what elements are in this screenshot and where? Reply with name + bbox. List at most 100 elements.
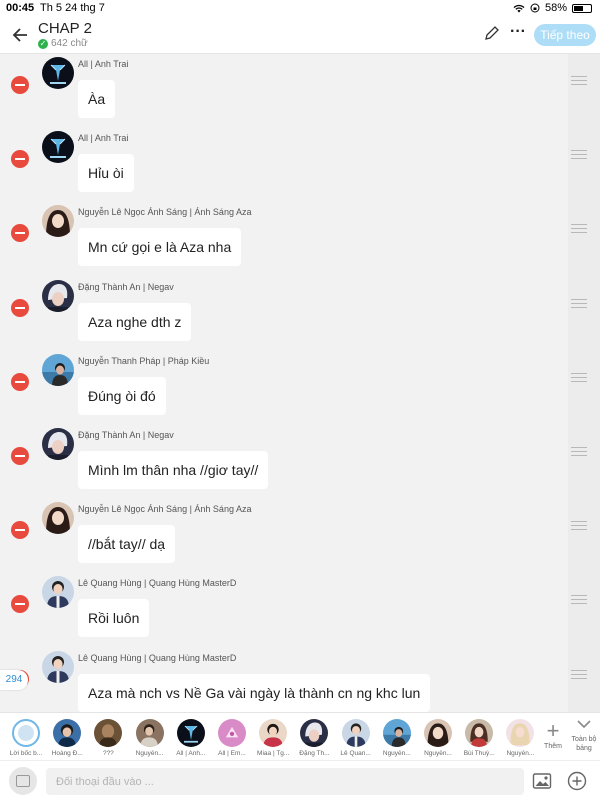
character-avatar	[94, 719, 123, 747]
avatar	[42, 279, 74, 312]
avatar	[42, 428, 74, 460]
status-time: 00:45	[6, 2, 35, 14]
character-item[interactable]: Hoàng Đ...	[47, 719, 87, 761]
character-name: All | Anh...	[176, 750, 206, 757]
remove-message-button[interactable]	[11, 447, 29, 465]
status-bar: 00:45 Th 5 24 thg 7 58%	[0, 0, 600, 16]
insert-image-button[interactable]	[532, 772, 552, 790]
add-content-button[interactable]	[567, 771, 587, 791]
message-count-badge[interactable]: 294	[0, 670, 28, 690]
message-bubble[interactable]: Rồi luôn	[78, 599, 150, 638]
message-author: Nguyễn Lê Ngọc Ánh Sáng | Ánh Sáng Aza	[78, 504, 252, 515]
remove-message-button[interactable]	[11, 595, 29, 614]
message-author: All | Anh Trai	[78, 59, 129, 69]
message-bubble[interactable]: Aza nghe dth z	[78, 302, 192, 341]
drag-handle-icon[interactable]	[571, 669, 587, 679]
chevron-down-icon	[577, 720, 591, 729]
character-item[interactable]: All | Anh...	[171, 719, 211, 761]
add-circle-icon	[567, 771, 587, 791]
drag-handle-icon[interactable]	[571, 521, 587, 531]
message-bubble[interactable]: Đúng òi đó	[78, 376, 166, 415]
back-button[interactable]	[8, 23, 32, 47]
character-avatar	[176, 719, 205, 747]
character-item[interactable]: ???	[88, 719, 128, 761]
add-character-button[interactable]: + Thêm	[540, 719, 566, 761]
character-item[interactable]: All | Em...	[212, 719, 252, 761]
drag-handle-icon[interactable]	[571, 298, 587, 308]
message-row[interactable]: Lê Quang Hùng | Quang Hùng MasterD Aza mà…	[0, 650, 600, 712]
arrow-left-icon	[12, 28, 27, 42]
image-icon	[532, 773, 552, 789]
drag-handle-icon[interactable]	[571, 224, 587, 234]
avatar	[42, 650, 74, 683]
message-author: Đặng Thành An | Negav	[78, 430, 174, 440]
character-item[interactable]: Nguyễn...	[418, 719, 458, 761]
character-avatar	[465, 719, 494, 747]
chapter-title: CHAP 2	[38, 20, 92, 37]
character-avatar	[382, 719, 411, 747]
dialogue-input[interactable]	[46, 768, 524, 795]
message-row[interactable]: Đặng Thành An | Negav Aza nghe dth z	[0, 279, 600, 353]
message-author: Lê Quang Hùng | Quang Hùng MasterD	[78, 652, 237, 663]
message-row[interactable]: All | Anh Trai Àa	[0, 56, 600, 130]
message-row[interactable]: Đặng Thành An | Negav Mình lm thân nha //…	[0, 427, 600, 501]
drag-handle-icon[interactable]	[571, 76, 587, 85]
keyboard-toggle-button[interactable]	[9, 767, 37, 795]
chat-area[interactable]: All | Anh Trai Àa All | Anh Trai Hỉu òi Nguy…	[0, 54, 600, 712]
pencil-icon	[485, 26, 499, 40]
character-name: Bùi Thuỳ...	[463, 750, 495, 757]
message-bubble[interactable]: Àa	[78, 80, 116, 118]
continue-button[interactable]: Tiếp theo	[534, 24, 596, 46]
message-bubble[interactable]: Mình lm thân nha //giơ tay//	[78, 451, 269, 489]
character-avatar	[218, 719, 246, 747]
remove-message-button[interactable]	[11, 150, 29, 169]
character-item[interactable]: Nguyễn...	[130, 719, 170, 761]
message-bubble[interactable]: //bắt tay// dạ	[78, 525, 176, 564]
message-bubble[interactable]: Aza mà nch vs Nề Ga vài ngày là thành cn…	[78, 673, 431, 712]
remove-message-button[interactable]	[11, 521, 29, 540]
character-item[interactable]: Nguyễn...	[377, 719, 417, 761]
message-row[interactable]: Nguyễn Lê Ngọc Ánh Sáng | Ánh Sáng Aza Mn…	[0, 204, 600, 278]
message-row[interactable]: Lê Quang Hùng | Quang Hùng MasterD Rồi lu…	[0, 575, 600, 649]
message-row[interactable]: Nguyễn Thanh Pháp | Pháp Kiều Đúng òi đó	[0, 353, 600, 427]
expand-all-button[interactable]: Toàn bộ bảng	[568, 717, 600, 761]
edit-button[interactable]	[484, 25, 504, 45]
more-options-button[interactable]: ···	[508, 24, 528, 45]
drag-handle-icon[interactable]	[571, 447, 587, 456]
character-item[interactable]: Lê Quan...	[336, 719, 376, 761]
drag-handle-icon[interactable]	[571, 595, 587, 605]
character-name: Lời bốc b...	[9, 750, 43, 757]
message-row[interactable]: Nguyễn Lê Ngọc Ánh Sáng | Ánh Sáng Aza //…	[0, 501, 600, 575]
remove-message-button[interactable]	[11, 298, 29, 317]
character-item[interactable]: Nguyễn...	[500, 719, 540, 761]
remove-message-button[interactable]	[11, 76, 29, 94]
character-avatar	[53, 719, 82, 747]
character-name: ???	[102, 750, 114, 757]
drag-handle-icon[interactable]	[571, 372, 587, 382]
message-author: Nguyễn Lê Ngọc Ánh Sáng | Ánh Sáng Aza	[78, 207, 252, 218]
character-name: Hoàng Đ...	[51, 750, 83, 757]
header: CHAP 2 ✓ 642 chữ ··· Tiếp theo	[0, 16, 600, 54]
character-name: Lê Quan...	[340, 750, 371, 757]
character-avatar	[300, 719, 329, 747]
character-name: Nguyễn...	[135, 750, 164, 757]
character-item[interactable]: Lời bốc b...	[6, 719, 46, 761]
wifi-icon	[513, 4, 525, 12]
message-bubble[interactable]: Mn cứ gọi e là Aza nha	[78, 228, 242, 267]
remove-message-button[interactable]	[11, 224, 29, 243]
message-bubble[interactable]: Hỉu òi	[78, 154, 134, 193]
drag-handle-icon[interactable]	[571, 150, 587, 160]
character-avatar	[341, 719, 370, 747]
avatar	[42, 205, 74, 238]
character-bar: Lời bốc b... Hoàng Đ...??? Nguyễn... All | …	[0, 712, 600, 760]
character-item[interactable]: Đặng Th...	[294, 719, 334, 761]
avatar	[42, 131, 74, 164]
message-row[interactable]: All | Anh Trai Hỉu òi	[0, 130, 600, 204]
character-item[interactable]: Miaa | Tg...	[253, 719, 293, 761]
word-count-label: 642 chữ	[51, 38, 88, 49]
character-avatar	[259, 719, 288, 747]
add-character-label: Thêm	[544, 743, 562, 750]
remove-message-button[interactable]	[11, 372, 29, 391]
character-name: Đặng Th...	[299, 750, 330, 757]
character-item[interactable]: Bùi Thuỳ...	[459, 719, 499, 761]
